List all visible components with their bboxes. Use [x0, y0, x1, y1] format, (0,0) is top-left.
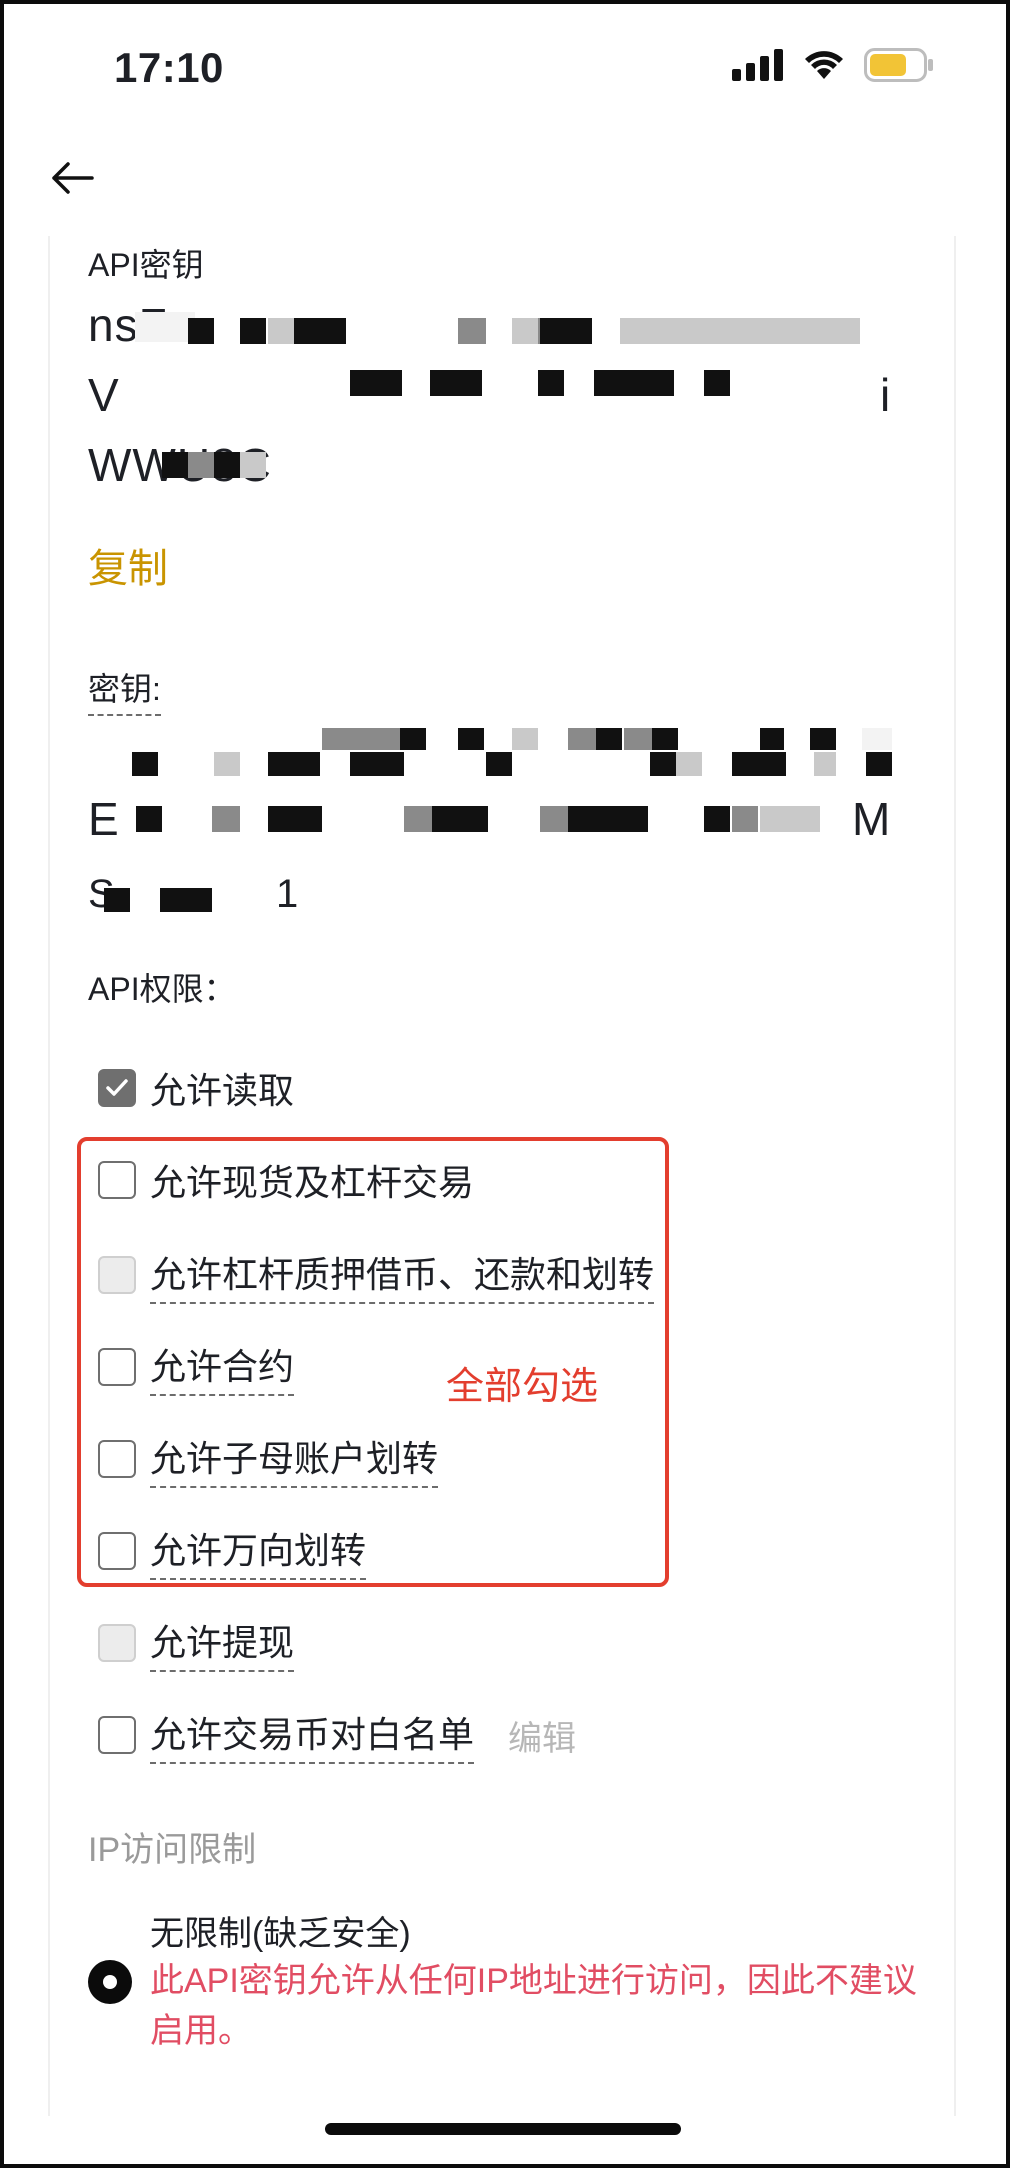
api-key-line-2: V	[88, 369, 120, 421]
checkmark-icon	[106, 1079, 128, 1096]
ip-unrestricted-radio[interactable]	[88, 1960, 132, 2004]
api-key-line-2-end: i	[880, 369, 892, 421]
secret-line-2-start: E	[88, 793, 120, 845]
permission-label: 允许交易币对白名单	[150, 1706, 475, 1764]
secret-line-3-end: 1	[276, 872, 300, 916]
ip-unrestricted-warning: 此API密钥允许从任何IP地址进行访问，因此不建议启用。	[150, 1962, 917, 2050]
annotation-text: 全部勾选	[446, 1366, 599, 1408]
checkbox[interactable]	[98, 1069, 136, 1107]
copy-api-key-button[interactable]: 复制	[88, 536, 168, 594]
wifi-icon	[805, 51, 843, 79]
secret-label: 密钥:	[88, 664, 161, 716]
home-indicator[interactable]	[325, 2123, 681, 2135]
api-key-label: API密钥	[88, 247, 204, 283]
status-time: 17:10	[114, 44, 224, 91]
status-icons	[732, 48, 934, 82]
permission-label: 允许提现	[150, 1614, 295, 1672]
permission-label: 允许读取	[150, 1070, 295, 1111]
cellular-signal-icon	[732, 49, 783, 81]
permission-symbol-whitelist[interactable]: 允许交易币对白名单 编辑	[98, 1706, 576, 1764]
checkbox[interactable]	[98, 1716, 136, 1754]
checkbox	[98, 1624, 136, 1662]
permission-read[interactable]: 允许读取	[98, 1062, 294, 1114]
whitelist-edit-link[interactable]: 编辑	[508, 1711, 576, 1760]
permission-withdraw: 允许提现	[98, 1614, 295, 1672]
back-arrow-icon[interactable]	[48, 158, 96, 198]
permissions-title: API权限：	[88, 971, 236, 1007]
battery-icon	[864, 48, 933, 82]
ip-restriction-title: IP访问限制	[88, 1831, 257, 1869]
secret-line-2-end: M	[852, 793, 892, 845]
ip-unrestricted-label[interactable]: 无限制(缺乏安全)	[150, 1906, 411, 1955]
